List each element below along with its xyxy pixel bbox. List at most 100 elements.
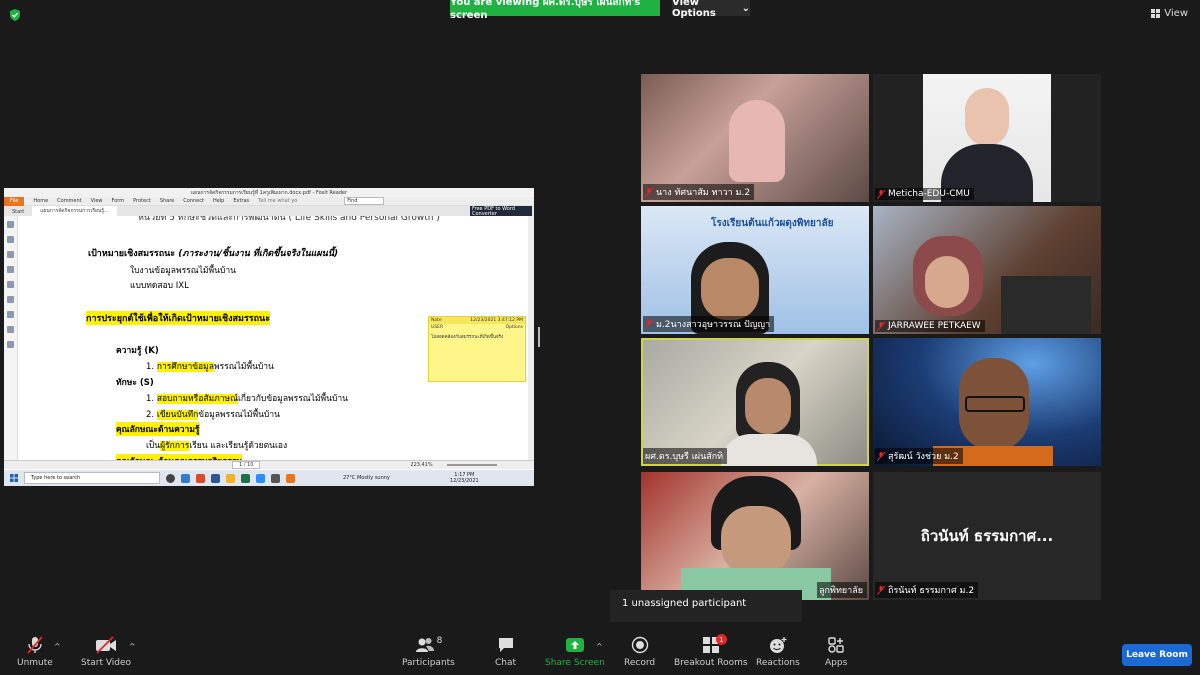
a-item-rest: เรียน และเรียนรู้ด้วยตนเอง <box>189 441 288 451</box>
task-view-icon[interactable] <box>166 473 175 483</box>
participants-count: 8 <box>436 636 443 646</box>
excel-icon[interactable] <box>241 473 250 483</box>
video-tile-4[interactable]: JARRAWEE PETKAEW <box>873 206 1101 334</box>
edge-icon[interactable] <box>181 473 190 483</box>
find-box[interactable]: Find <box>344 197 385 205</box>
mic-muted-icon <box>877 189 885 199</box>
bookmark-icon[interactable] <box>7 251 14 258</box>
store-icon[interactable] <box>271 473 280 483</box>
taskbar-clock[interactable]: 1:17 PM 12/23/2021 <box>450 472 479 484</box>
mic-muted-icon <box>877 451 885 461</box>
attachment-icon[interactable] <box>7 296 14 303</box>
word-icon[interactable] <box>211 473 220 483</box>
chat-button[interactable]: Chat <box>495 636 516 668</box>
k-item-1-rest: พรรณไม้พื้นบ้าน <box>213 362 274 372</box>
weather-status[interactable]: 27°C Mostly sunny <box>343 475 390 481</box>
apps-button[interactable]: Apps <box>825 636 847 668</box>
share-screen-button[interactable]: Share Screen <box>545 636 605 668</box>
shield-icon[interactable] <box>8 8 22 22</box>
view-options-button[interactable]: View Options ⌄ <box>672 0 750 19</box>
ribbon-home[interactable]: Home <box>33 198 48 204</box>
audio-options-caret-icon[interactable]: ^ <box>54 642 61 651</box>
mic-muted-icon <box>645 319 653 329</box>
ribbon-file[interactable]: File <box>4 196 25 206</box>
select-tool-icon[interactable] <box>7 236 14 243</box>
note-body: ไม่สอดคล้องกับสมรรถนะที่เกิดขึ้นจริง <box>431 335 504 340</box>
start-video-button[interactable]: Start Video <box>81 636 131 668</box>
video-tile-3[interactable]: โรงเรียนต้นแก้วผดุงพิทยาลัย ม.2นางสาวอุษ… <box>641 206 869 334</box>
participant-face <box>925 256 969 308</box>
ribbon-connect[interactable]: Connect <box>183 198 204 204</box>
foxit-app-icon[interactable] <box>286 473 295 483</box>
note-options[interactable]: Options <box>506 325 523 330</box>
clock-date: 12/23/2021 <box>449 478 479 484</box>
zoom-meeting-window: You are viewing ผศ.ดร.บุษรี เผ่นสักทิ's … <box>0 0 1200 675</box>
ribbon-share[interactable]: Share <box>160 198 174 204</box>
leave-room-label: Leave Room <box>1126 650 1188 660</box>
participant-body <box>721 434 817 466</box>
ribbon-view[interactable]: View <box>91 198 103 204</box>
breakout-rooms-label: Breakout Rooms <box>674 658 748 668</box>
ribbon-comment[interactable]: Comment <box>57 198 82 204</box>
video-tile-8[interactable]: ถิวนันท์ ธรรมกาศ... ถิรนันท์ ธรรมกาศ ม.2 <box>873 472 1101 600</box>
a-item-highlight: ผู้รักการ <box>160 441 190 451</box>
page-indicator[interactable]: 1 / 10 <box>232 461 261 469</box>
note-header: Note 12/23/2021 3:47:12 PM <box>429 317 525 324</box>
pages-icon[interactable] <box>7 266 14 273</box>
signature-icon[interactable] <box>7 341 14 348</box>
chevron-down-icon: ⌄ <box>741 2 750 14</box>
tell-me-box[interactable]: Tell me what yo <box>258 198 297 204</box>
goal-item-1: ใบงานข้อมูลพรรณไม้พื้นบ้าน <box>130 266 236 276</box>
hand-tool-icon[interactable] <box>7 221 14 228</box>
video-tile-2[interactable]: Meticha-EDU-CMU <box>873 74 1101 202</box>
video-off-icon <box>96 636 117 654</box>
participant-name-tag: สุรัฒน์ วังช่วย ม.2 <box>875 448 963 464</box>
unmute-button[interactable]: Unmute <box>17 636 53 668</box>
chrome-icon[interactable] <box>196 473 205 483</box>
tab-start[interactable]: Start <box>4 208 32 216</box>
vertical-scrollbar[interactable] <box>528 216 534 462</box>
zoom-level[interactable]: 223.41% <box>410 462 432 468</box>
sticky-note[interactable]: Note 12/23/2021 3:47:12 PM USER Options … <box>428 316 526 382</box>
ribbon-form[interactable]: Form <box>112 198 125 204</box>
participant-placeholder-name: ถิวนันท์ ธรรมกาศ... <box>920 527 1054 545</box>
participant-name-tag: ถิรนันท์ ธรรมกาศ ม.2 <box>875 582 979 598</box>
k-item-1: 1. การศึกษาข้อมูลพรรณไม้พื้นบ้าน <box>146 359 274 373</box>
share-options-caret-icon[interactable]: ^ <box>596 642 603 651</box>
mic-muted-icon <box>877 585 885 595</box>
video-tile-6[interactable]: สุรัฒน์ วังช่วย ม.2 <box>873 338 1101 466</box>
windows-start-icon[interactable] <box>10 474 18 482</box>
comment-icon[interactable] <box>7 281 14 288</box>
leave-room-button[interactable]: Leave Room <box>1122 644 1192 666</box>
reactions-button[interactable]: Reactions <box>756 636 800 668</box>
breakout-badge: 1 <box>715 634 727 645</box>
folder-icon[interactable] <box>226 473 235 483</box>
video-options-caret-icon[interactable]: ^ <box>129 642 136 651</box>
video-tile-5-active-speaker[interactable]: ผศ.ดร.บุษรี เผ่นสักทิ <box>641 338 869 466</box>
tab-document[interactable]: แผนการจัดกิจกรรมการเรียนรู้... <box>32 206 117 216</box>
breakout-rooms-button[interactable]: 1 Breakout Rooms <box>674 634 748 668</box>
breakout-icon-wrap: 1 <box>702 634 727 654</box>
foxit-status-bar: 1 / 10 223.41% <box>4 460 534 469</box>
apply-title: การประยุกต์ใช้เพื่อให้เกิดเป้าหมายเชิงสม… <box>86 311 271 325</box>
mic-off-icon <box>27 636 43 654</box>
lock-icon[interactable] <box>7 326 14 333</box>
record-button[interactable]: Record <box>624 636 655 668</box>
video-tile-1[interactable]: นาง ทัศนาสัม ทาวา ม.2 <box>641 74 869 202</box>
taskbar-search[interactable]: Type here to search <box>24 472 160 484</box>
zoom-app-icon[interactable] <box>256 473 265 483</box>
zoom-slider[interactable] <box>446 464 497 466</box>
video-tile-7[interactable]: ลูกพิทยาลัย <box>641 472 869 600</box>
view-button[interactable]: View <box>1151 8 1188 19</box>
layers-icon[interactable] <box>7 311 14 318</box>
goal-title: เป้าหมายเชิงสมรรถนะ (ภาระงาน/ชิ้นงาน ที่… <box>88 246 338 260</box>
ribbon-extras[interactable]: Extras <box>233 198 249 204</box>
participant-name-tag: ผศ.ดร.บุษรี เผ่นสักทิ <box>643 448 728 464</box>
ribbon-help[interactable]: Help <box>213 198 224 204</box>
participant-face <box>965 88 1009 146</box>
participants-button[interactable]: 8 Participants <box>402 636 455 668</box>
grid-icon <box>1151 9 1161 18</box>
s-item-1-highlight: สอบถามหรือสัมภาษณ์ <box>156 394 238 404</box>
panel-divider-handle[interactable] <box>538 327 540 347</box>
ribbon-protect[interactable]: Protect <box>133 198 151 204</box>
